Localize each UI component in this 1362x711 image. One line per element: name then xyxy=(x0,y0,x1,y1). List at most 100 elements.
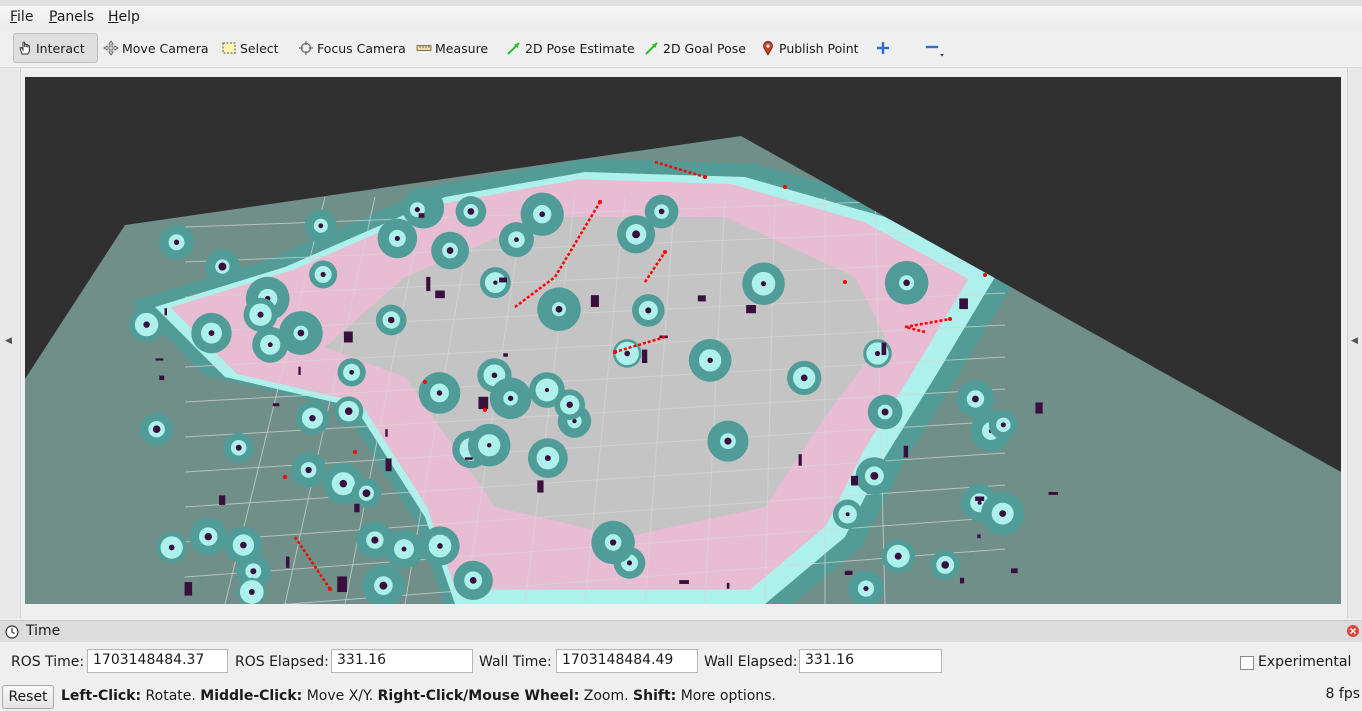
lethal-cell xyxy=(894,552,902,560)
experimental-label: Experimental xyxy=(1258,654,1352,670)
tools-toolbar: Interact Move Camera Select Focus Camera… xyxy=(0,30,1362,68)
lethal-cell xyxy=(235,444,242,451)
lethal-cell xyxy=(267,342,273,348)
wall-cell xyxy=(798,454,802,466)
3d-render-viewport[interactable] xyxy=(25,77,1341,604)
wall-cell xyxy=(641,349,648,364)
pose-estimate-tool-label: 2D Pose Estimate xyxy=(525,40,635,56)
lethal-cell xyxy=(401,546,407,552)
wall-cell xyxy=(903,445,909,458)
wall-elapsed-label: Wall Elapsed: xyxy=(704,654,798,670)
ros-elapsed-label: ROS Elapsed: xyxy=(235,654,329,670)
wall-time-field[interactable]: 1703148484.49 xyxy=(556,649,698,673)
wall-elapsed-field[interactable]: 331.16 xyxy=(799,649,942,673)
wall-cell xyxy=(503,353,508,357)
add-tool-button[interactable] xyxy=(872,33,897,63)
lethal-cell xyxy=(168,544,175,551)
wall-cell xyxy=(977,534,981,539)
menu-panels[interactable]: Panels xyxy=(49,9,94,25)
lethal-cell xyxy=(870,472,879,480)
lethal-cell xyxy=(493,280,498,285)
left-dock-collapse-handle[interactable]: ◀ xyxy=(0,68,21,618)
wall-cell xyxy=(464,457,473,460)
menu-file[interactable]: File xyxy=(10,9,33,25)
move-arrows-icon xyxy=(103,40,119,56)
laser-scan-point xyxy=(613,350,617,354)
wall-cell xyxy=(844,570,853,576)
lethal-cell xyxy=(250,568,257,575)
lethal-cell xyxy=(544,455,551,462)
lethal-cell xyxy=(152,425,161,433)
interact-tool-label: Interact xyxy=(36,40,85,56)
move-camera-tool-button[interactable]: Move Camera xyxy=(100,33,212,63)
lethal-cell xyxy=(903,279,910,287)
lethal-cell xyxy=(469,577,477,584)
costmap-scene xyxy=(25,136,1341,604)
ruler-icon xyxy=(416,45,432,51)
plus-icon xyxy=(877,42,889,54)
goal-pose-tool-button[interactable]: 2D Goal Pose xyxy=(641,33,749,63)
ros-elapsed-field[interactable]: 331.16 xyxy=(331,649,473,673)
lethal-cell xyxy=(626,560,633,566)
remove-tool-button[interactable] xyxy=(920,33,951,63)
lethal-cell xyxy=(257,311,264,318)
laser-scan-point xyxy=(283,475,287,479)
lethal-cell xyxy=(218,262,227,271)
wall-cell xyxy=(184,582,193,596)
clock-icon xyxy=(5,625,19,639)
lethal-cell xyxy=(143,321,150,328)
lethal-cell xyxy=(394,235,400,242)
wall-cell xyxy=(343,331,353,343)
lethal-cell xyxy=(379,581,388,590)
close-icon[interactable] xyxy=(1346,624,1360,638)
move-camera-tool-label: Move Camera xyxy=(122,40,209,56)
wall-cell xyxy=(426,276,431,292)
green-arrow-icon xyxy=(507,42,520,55)
measure-tool-button[interactable]: Measure xyxy=(413,33,491,63)
ros-time-field[interactable]: 1703148484.37 xyxy=(87,649,228,673)
minus-icon xyxy=(926,45,944,57)
wall-cell xyxy=(219,495,226,505)
laser-scan-point xyxy=(703,175,707,179)
lethal-cell xyxy=(977,500,982,505)
lethal-cell xyxy=(371,536,379,544)
experimental-checkbox[interactable] xyxy=(1240,656,1254,670)
wall-cell xyxy=(418,213,425,218)
menu-bar: File Panels Help xyxy=(0,0,1362,30)
laser-scan-point xyxy=(783,185,787,189)
map-pin-icon xyxy=(763,41,773,56)
interact-tool-button[interactable]: Interact xyxy=(13,33,98,63)
wall-cell xyxy=(385,458,392,472)
pose-estimate-tool-button[interactable]: 2D Pose Estimate xyxy=(503,33,638,63)
lethal-cell xyxy=(204,532,212,541)
status-bar: Reset Left-Click: Rotate. Middle-Click: … xyxy=(0,682,1362,711)
wall-cell xyxy=(272,403,280,407)
laser-scan-point xyxy=(948,317,952,321)
lethal-cell xyxy=(436,390,443,396)
wall-cell xyxy=(354,503,360,513)
menu-help[interactable]: Help xyxy=(108,9,140,25)
lethal-cell xyxy=(297,329,305,337)
focus-camera-tool-button[interactable]: Focus Camera xyxy=(295,33,409,63)
wall-cell xyxy=(881,342,887,356)
wall-cell xyxy=(499,277,508,283)
wall-cell xyxy=(159,375,165,381)
lethal-cell xyxy=(863,585,869,592)
wall-cell xyxy=(337,576,347,593)
lethal-cell xyxy=(1000,422,1006,428)
wall-cell xyxy=(537,480,544,493)
hand-icon xyxy=(19,41,30,55)
publish-point-tool-button[interactable]: Publish Point xyxy=(757,33,862,63)
lethal-cell xyxy=(318,223,324,229)
right-dock-collapse-handle[interactable]: ◀ xyxy=(1347,68,1362,618)
laser-scan-point xyxy=(353,450,357,454)
publish-point-tool-label: Publish Point xyxy=(779,40,859,56)
lethal-cell xyxy=(491,372,498,379)
select-tool-button[interactable]: Select xyxy=(218,33,282,63)
lethal-cell xyxy=(507,395,514,402)
lethal-cell xyxy=(208,330,215,337)
wall-cell xyxy=(959,298,968,310)
reset-button[interactable]: Reset xyxy=(2,685,54,709)
lethal-cell xyxy=(544,387,550,393)
select-rectangle-icon xyxy=(222,42,236,54)
